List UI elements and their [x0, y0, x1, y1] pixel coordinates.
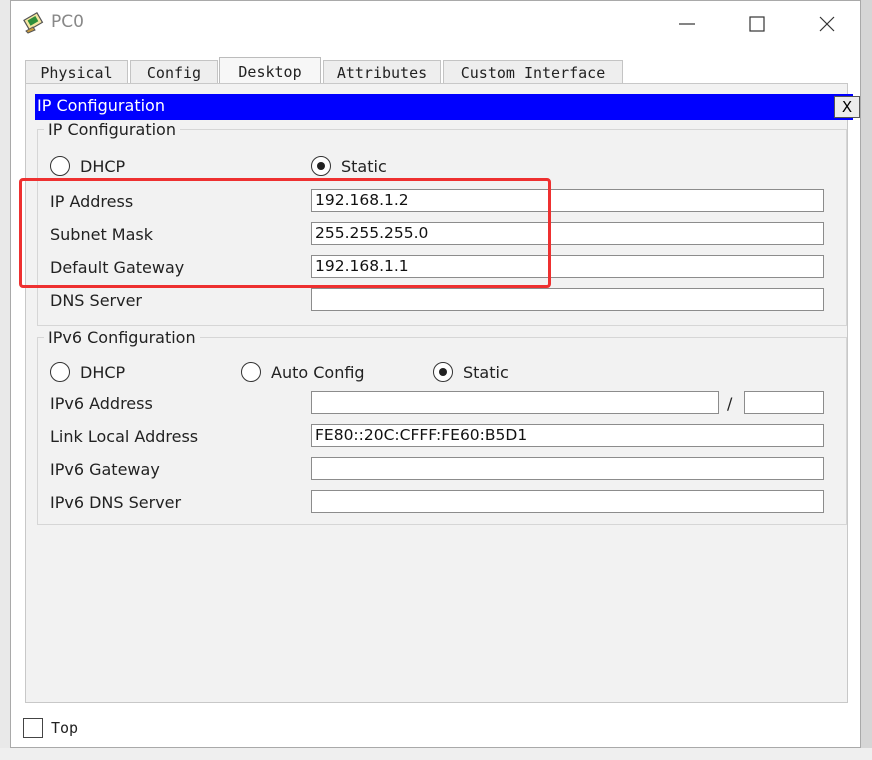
tab-physical[interactable]: Physical: [25, 60, 128, 84]
ipv6-dns-server-label: IPv6 DNS Server: [50, 493, 182, 512]
close-window-button[interactable]: [807, 9, 847, 39]
ipv6-address-input[interactable]: [311, 391, 719, 414]
tab-attributes[interactable]: Attributes: [323, 60, 441, 84]
ipv6-address-label: IPv6 Address: [50, 394, 153, 413]
ipv6-config-legend: IPv6 Configuration: [44, 328, 200, 347]
ipv4-static-radio-circle[interactable]: [311, 156, 331, 176]
ipv6-dhcp-radio[interactable]: DHCP: [50, 362, 125, 382]
dns-server-input[interactable]: [311, 288, 824, 311]
top-checkbox[interactable]: [23, 718, 43, 738]
pc-device-icon: [23, 11, 45, 34]
ipv6-auto-config-label: Auto Config: [271, 362, 365, 382]
ip-configuration-header: IP Configuration X: [35, 94, 860, 120]
maximize-icon: [749, 16, 765, 32]
ipv6-dhcp-label: DHCP: [80, 362, 126, 382]
background-desktop-bottom: [0, 748, 872, 760]
ipv4-dhcp-radio[interactable]: DHCP: [50, 156, 125, 176]
ipv6-gateway-label: IPv6 Gateway: [50, 460, 160, 479]
window-titlebar[interactable]: PC0: [11, 1, 860, 47]
ipv6-static-radio[interactable]: Static: [433, 362, 509, 382]
ipv6-gateway-input[interactable]: [311, 457, 824, 480]
link-local-address-label: Link Local Address: [50, 427, 199, 446]
tab-config[interactable]: Config: [130, 60, 218, 84]
ipv6-static-radio-circle[interactable]: [433, 362, 453, 382]
background-desktop-strip: [0, 0, 10, 760]
ipv6-prefix-separator: /: [727, 394, 733, 413]
link-local-address-input[interactable]: FE80::20C:CFFF:FE60:B5D1: [311, 424, 824, 447]
tab-desktop[interactable]: Desktop: [219, 57, 321, 85]
ipv6-dhcp-radio-circle[interactable]: [50, 362, 70, 382]
ipv4-dhcp-radio-circle[interactable]: [50, 156, 70, 176]
maximize-button[interactable]: [737, 9, 777, 39]
dns-server-label: DNS Server: [50, 291, 142, 310]
tab-custom-interface[interactable]: Custom Interface: [443, 60, 623, 84]
minimize-icon: [679, 23, 695, 25]
window-title: PC0: [51, 12, 84, 32]
ipv6-prefix-length-input[interactable]: [744, 391, 824, 414]
ip-configuration-close-button[interactable]: X: [834, 96, 860, 118]
ip-configuration-title: IP Configuration: [37, 96, 165, 115]
ipv6-auto-config-radio[interactable]: Auto Config: [241, 362, 365, 382]
ipv6-auto-config-radio-circle[interactable]: [241, 362, 261, 382]
pc0-window: PC0 Physical Config Desktop Attributes C…: [10, 0, 861, 748]
ipv4-static-label: Static: [341, 156, 387, 176]
desktop-content-panel: IP Configuration X IP Configuration DHCP…: [25, 83, 860, 703]
ipv4-static-radio[interactable]: Static: [311, 156, 387, 176]
red-highlight-box: [19, 178, 551, 288]
top-checkbox-label: Top: [51, 719, 79, 737]
minimize-button[interactable]: [667, 9, 707, 39]
close-icon: [819, 16, 835, 32]
ipv4-dhcp-label: DHCP: [80, 156, 126, 176]
ipv6-static-label: Static: [463, 362, 509, 382]
ipv4-config-legend: IP Configuration: [44, 120, 180, 139]
ipv6-dns-server-input[interactable]: [311, 490, 824, 513]
